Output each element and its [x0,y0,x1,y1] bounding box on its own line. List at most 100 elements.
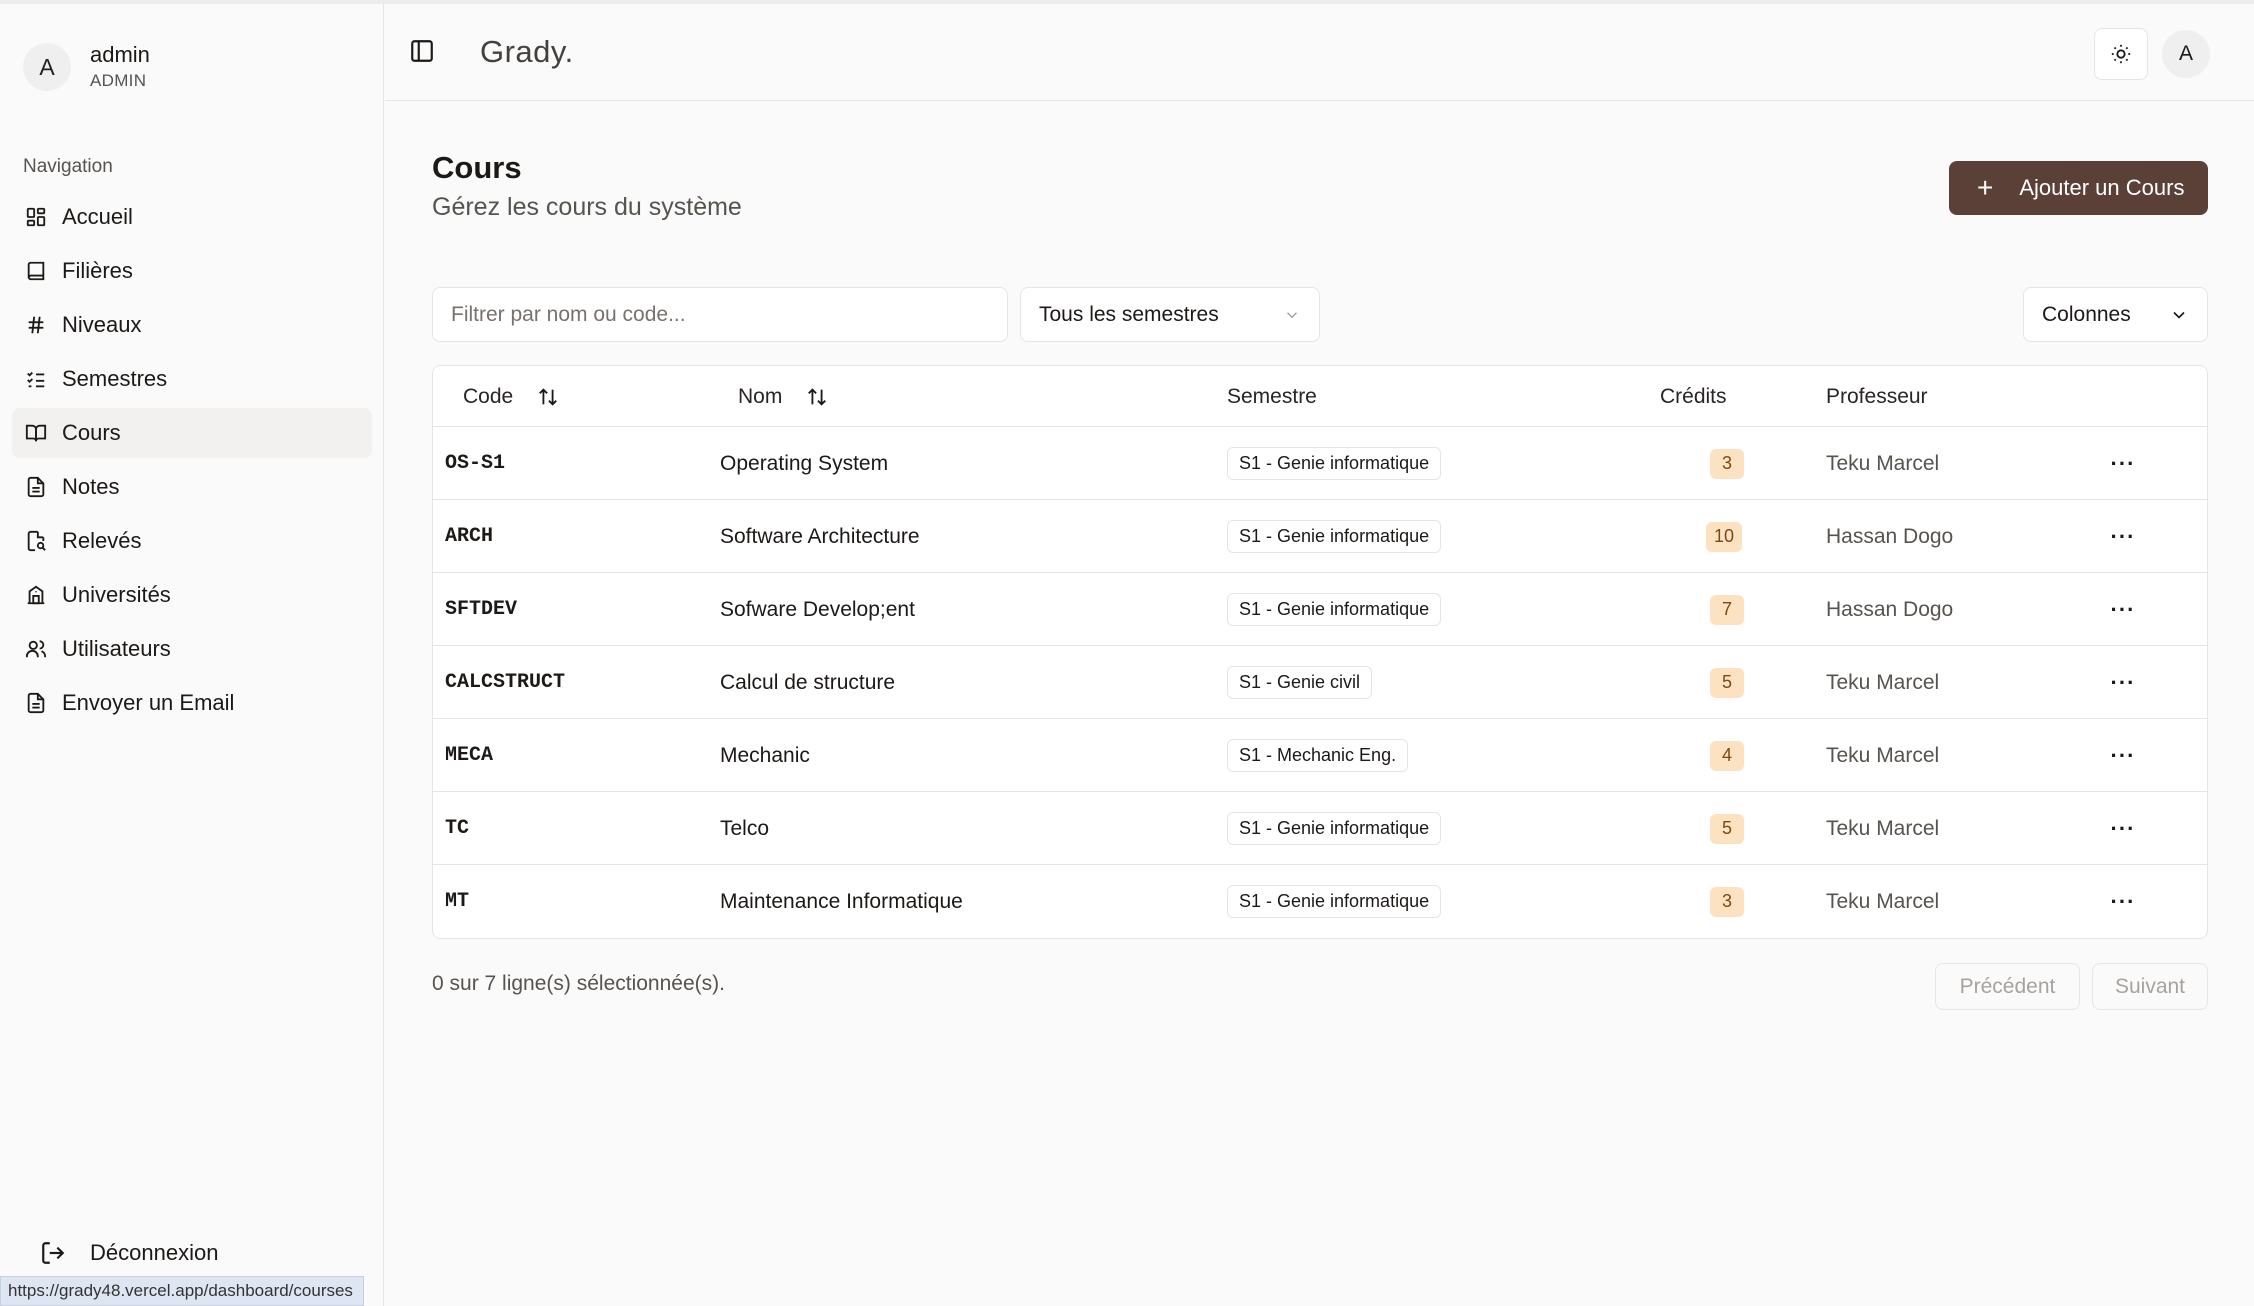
semester-badge: S1 - Genie informatique [1227,885,1442,918]
sidebar-item-releves[interactable]: Relevés [12,516,372,566]
sidebar-item-label: Relevés [62,528,142,553]
cell-semester: S1 - Genie informatique [1227,500,1442,573]
add-course-button[interactable]: + Ajouter un Cours [1949,161,2208,215]
sidebar-item-semestres[interactable]: Semestres [12,354,372,404]
columns-label: Colonnes [2042,302,2131,326]
sidebar-item-label: Notes [62,474,120,499]
cell-code: MT [445,890,470,913]
semester-select[interactable]: Tous les semestres [1020,287,1320,342]
add-course-label: Ajouter un Cours [2019,175,2185,200]
panel-left-icon [411,40,433,62]
cell-semester: S1 - Genie informatique [1227,792,1442,865]
cell-name: Maintenance Informatique [720,889,963,913]
page-subtitle: Gérez les cours du système [432,193,742,221]
cell-code: TC [445,817,470,840]
sidebar-item-filieres[interactable]: Filières [12,246,372,296]
next-page-button[interactable]: Suivant [2092,963,2208,1010]
book-icon [24,259,48,283]
cell-professor: Teku Marcel [1826,889,1940,913]
sidebar-item-accueil[interactable]: Accueil [12,192,372,242]
file-search-icon [24,529,48,553]
row-actions-icon[interactable]: ··· [2103,573,2143,646]
table-row[interactable]: SFTDEV Sofware Develop;ent S1 - Genie in… [433,573,2207,646]
building-icon [24,583,48,607]
cell-credits: 5 [1710,646,1744,719]
cell-semester: S1 - Genie informatique [1227,865,1442,938]
sidebar-item-utilisateurs[interactable]: Utilisateurs [12,624,372,674]
row-actions-icon[interactable]: ··· [2103,719,2143,792]
column-header-code[interactable]: Code [463,366,559,427]
cell-credits: 5 [1710,792,1744,865]
theme-toggle-button[interactable] [2094,28,2148,80]
sidebar-nav: Accueil Filières Niveaux Semestres Cours [12,192,372,732]
sort-icon [808,387,827,406]
table-row[interactable]: MECA Mechanic S1 - Mechanic Eng. 4 Teku … [433,719,2207,792]
cell-name: Software Architecture [720,524,920,548]
cell-credits: 4 [1710,719,1744,792]
table-row[interactable]: MT Maintenance Informatique S1 - Genie i… [433,865,2207,938]
cell-credits: 3 [1710,865,1744,938]
search-input[interactable] [432,287,1008,342]
column-header-name[interactable]: Nom [738,366,828,427]
sidebar: A admin ADMIN Navigation Accueil Filière… [0,4,384,1306]
sidebar-item-label: Filières [62,258,133,283]
cell-professor: Teku Marcel [1826,670,1940,694]
selection-info: 0 sur 7 ligne(s) sélectionnée(s). [432,972,725,995]
chevron-down-icon [2173,311,2185,319]
semester-badge: S1 - Mechanic Eng. [1227,739,1409,772]
sidebar-item-label: Utilisateurs [62,636,171,661]
cell-code: OS-S1 [445,452,506,475]
avatar: A [23,43,71,91]
table-row[interactable]: ARCH Software Architecture S1 - Genie in… [433,500,2207,573]
credits-badge: 5 [1710,667,1744,698]
cell-name: Sofware Develop;ent [720,597,915,621]
cell-semester: S1 - Mechanic Eng. [1227,719,1409,792]
table-row[interactable]: CALCSTRUCT Calcul de structure S1 - Geni… [433,646,2207,719]
sidebar-item-label: Cours [62,420,121,445]
log-out-icon [40,1240,66,1266]
cell-name: Operating System [720,451,889,475]
cell-credits: 7 [1710,573,1744,646]
table-row[interactable]: TC Telco S1 - Genie informatique 5 Teku … [433,792,2207,865]
brand-logo[interactable]: Grady. [480,34,574,70]
cell-professor: Hassan Dogo [1826,597,1954,621]
row-actions-icon[interactable]: ··· [2103,500,2143,573]
file-text-icon [24,691,48,715]
row-actions-icon[interactable]: ··· [2103,792,2143,865]
sidebar-item-cours[interactable]: Cours [12,408,372,458]
credits-badge: 3 [1710,886,1744,917]
row-actions-icon[interactable]: ··· [2103,427,2143,500]
table-row[interactable]: OS-S1 Operating System S1 - Genie inform… [433,427,2207,500]
cell-code: CALCSTRUCT [445,671,566,694]
cell-code: SFTDEV [445,598,518,621]
cell-name: Calcul de structure [720,670,896,694]
list-checks-icon [24,367,48,391]
page-title: Cours [432,150,522,185]
cell-code: ARCH [445,525,494,548]
sidebar-item-universites[interactable]: Universités [12,570,372,620]
sun-icon [2111,44,2131,64]
semester-select-value: Tous les semestres [1039,302,1219,326]
user-profile[interactable]: A admin ADMIN [23,42,150,92]
credits-badge: 5 [1710,813,1744,844]
sidebar-toggle-button[interactable] [409,38,435,64]
header-avatar[interactable]: A [2162,30,2210,78]
cell-credits: 10 [1706,500,1743,573]
cell-semester: S1 - Genie informatique [1227,573,1442,646]
cell-credits: 3 [1710,427,1744,500]
column-header-label: Nom [738,384,783,408]
previous-page-button[interactable]: Précédent [1935,963,2080,1010]
sidebar-item-niveaux[interactable]: Niveaux [12,300,372,350]
sidebar-item-label: Envoyer un Email [62,690,235,715]
row-actions-icon[interactable]: ··· [2103,865,2143,938]
semester-badge: S1 - Genie informatique [1227,520,1442,553]
logout-button[interactable]: Déconnexion [40,1240,218,1266]
sort-icon [539,387,558,406]
column-header-semester: Semestre [1227,384,1317,408]
sidebar-item-envoyer-email[interactable]: Envoyer un Email [12,678,372,728]
row-actions-icon[interactable]: ··· [2103,646,2143,719]
sidebar-item-label: Accueil [62,204,133,229]
logout-label: Déconnexion [90,1240,219,1265]
columns-button[interactable]: Colonnes [2023,287,2208,342]
sidebar-item-notes[interactable]: Notes [12,462,372,512]
